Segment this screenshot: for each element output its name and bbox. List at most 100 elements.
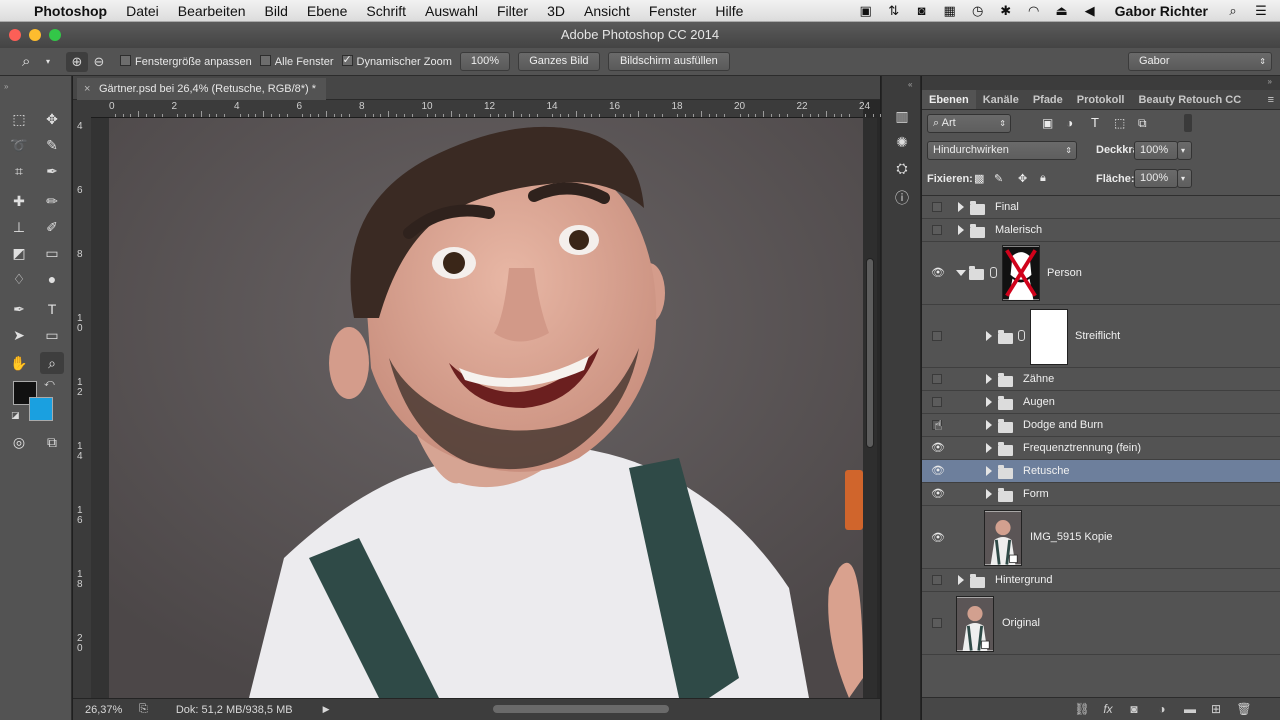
- tab-ebenen[interactable]: Ebenen: [922, 90, 976, 109]
- document-tab[interactable]: × Gärtner.psd bei 26,4% (Retusche, RGB/8…: [77, 78, 327, 100]
- history-brush-tool-icon[interactable]: ✐: [40, 216, 64, 238]
- expand-arrow-icon[interactable]: [986, 466, 992, 476]
- tab-kanaele[interactable]: Kanäle: [976, 90, 1026, 109]
- filter-kind-select[interactable]: ⌕ Art ⇕: [927, 114, 1011, 133]
- new-layer-icon[interactable]: ⊞: [1208, 702, 1224, 716]
- eye-icon[interactable]: 👁︎: [931, 464, 945, 477]
- lock-all-icon[interactable]: 🔒︎: [1040, 172, 1046, 185]
- menu-ebene[interactable]: Ebene: [307, 3, 347, 19]
- zoom-100-button[interactable]: 100%: [459, 52, 510, 71]
- adjustment-layer-icon[interactable]: ◑: [1154, 702, 1170, 716]
- fill-dropdown-icon[interactable]: ▾: [1177, 169, 1192, 188]
- expand-arrow-icon[interactable]: [986, 374, 992, 384]
- menu-app-name[interactable]: Photoshop: [34, 3, 107, 19]
- calendar-icon[interactable]: ▦: [941, 3, 959, 18]
- zoom-in-icon[interactable]: ⊕: [66, 51, 88, 72]
- menu-hilfe[interactable]: Hilfe: [715, 3, 743, 19]
- lock-position-icon[interactable]: ✥: [1018, 172, 1027, 185]
- marquee-tool-icon[interactable]: ⬚: [7, 108, 31, 130]
- lasso-tool-icon[interactable]: ➰: [7, 134, 31, 156]
- spotlight-search-icon[interactable]: ⌕: [1224, 3, 1242, 18]
- time-machine-icon[interactable]: ◷: [969, 3, 987, 18]
- move-tool-icon[interactable]: ✥: [40, 108, 64, 130]
- layer-row-augen[interactable]: Augen: [922, 391, 1280, 414]
- expand-arrow-icon[interactable]: [986, 331, 992, 341]
- collapse-panel-icon[interactable]: »: [1268, 77, 1272, 86]
- minimize-window-button[interactable]: [29, 29, 41, 41]
- quick-selection-tool-icon[interactable]: ✎: [40, 134, 64, 156]
- horizontal-scroll-thumb[interactable]: [493, 705, 669, 713]
- layer-row-dodge-and-burn[interactable]: ☝︎ Dodge and Burn: [922, 414, 1280, 437]
- swap-colors-icon[interactable]: ⤺: [44, 378, 55, 389]
- ruler-origin[interactable]: [73, 100, 91, 118]
- camera-icon[interactable]: ◙: [913, 3, 931, 18]
- vertical-scroll-thumb[interactable]: [866, 258, 874, 448]
- status-zoom-value[interactable]: 26,37%: [85, 704, 133, 716]
- menu-schrift[interactable]: Schrift: [366, 3, 406, 19]
- expand-arrow-icon[interactable]: [986, 443, 992, 453]
- filter-pixel-icon[interactable]: ▣: [1042, 116, 1053, 130]
- layer-row-retusche[interactable]: 👁︎ Retusche: [922, 460, 1280, 483]
- tab-protokoll[interactable]: Protokoll: [1070, 90, 1132, 109]
- zoom-tool-icon[interactable]: ⌕: [40, 352, 64, 374]
- layer-mask-thumbnail[interactable]: [1030, 309, 1068, 365]
- status-menu-arrow-icon[interactable]: ▶: [323, 704, 330, 715]
- collapse-dock-icon[interactable]: «: [908, 80, 912, 89]
- eye-icon[interactable]: 👁︎: [931, 441, 945, 454]
- path-selection-tool-icon[interactable]: ➤: [7, 324, 31, 346]
- vertical-scrollbar[interactable]: [863, 118, 877, 698]
- layer-mask-thumbnail[interactable]: [1002, 245, 1040, 301]
- layer-row-malerisch[interactable]: Malerisch: [922, 219, 1280, 242]
- eraser-tool-icon[interactable]: ◩: [7, 242, 31, 264]
- visibility-toggle[interactable]: [932, 225, 942, 235]
- expand-arrow-icon[interactable]: [986, 489, 992, 499]
- layer-row-person[interactable]: 👁︎ Person: [922, 242, 1280, 305]
- dynamic-zoom-checkbox[interactable]: [341, 53, 353, 66]
- menu-bearbeiten[interactable]: Bearbeiten: [178, 3, 246, 19]
- font-extension-icon[interactable]: ⇅: [885, 3, 903, 18]
- brush-tool-icon[interactable]: ✏: [40, 190, 64, 212]
- filter-type-icon[interactable]: T: [1091, 115, 1099, 130]
- expand-arrow-icon[interactable]: [958, 202, 964, 212]
- collapse-arrow-icon[interactable]: [956, 270, 966, 276]
- preset-dropdown-icon[interactable]: ▾: [46, 57, 62, 66]
- navigator-icon[interactable]: ✺: [891, 134, 913, 154]
- rectangle-tool-icon[interactable]: ▭: [40, 324, 64, 346]
- user-name[interactable]: Gabor Richter: [1115, 3, 1208, 19]
- eye-icon[interactable]: 👁︎: [931, 266, 945, 279]
- share-icon[interactable]: ⎘: [139, 703, 148, 716]
- bluetooth-icon[interactable]: ✱: [997, 3, 1015, 18]
- close-window-button[interactable]: [9, 29, 21, 41]
- crop-tool-icon[interactable]: ⌗: [7, 160, 31, 182]
- zoom-tool-preset-icon[interactable]: ⌕: [22, 53, 46, 70]
- expand-arrow-icon[interactable]: [986, 420, 992, 430]
- vertical-ruler[interactable]: 4681 01 21 41 61 82 02 2: [73, 118, 91, 718]
- mask-link-icon[interactable]: [1018, 330, 1025, 341]
- collapse-tools-icon[interactable]: »: [4, 82, 8, 91]
- info-icon[interactable]: ⓘ: [891, 188, 913, 208]
- tab-beauty-retouch[interactable]: Beauty Retouch CC: [1131, 90, 1248, 109]
- opacity-input[interactable]: 100%: [1134, 141, 1178, 160]
- new-group-icon[interactable]: ▬: [1182, 702, 1198, 716]
- close-document-icon[interactable]: ×: [84, 78, 90, 100]
- histogram-icon[interactable]: ▥: [891, 108, 913, 128]
- filter-smart-object-icon[interactable]: ⧉: [1138, 116, 1147, 131]
- image-canvas[interactable]: [109, 118, 863, 698]
- visibility-toggle[interactable]: [932, 374, 942, 384]
- tab-pfade[interactable]: Pfade: [1026, 90, 1070, 109]
- zoom-window-button[interactable]: [49, 29, 61, 41]
- mask-link-icon[interactable]: [990, 267, 997, 278]
- visibility-toggle[interactable]: [932, 618, 942, 628]
- menu-datei[interactable]: Datei: [126, 3, 159, 19]
- layer-thumbnail[interactable]: [956, 596, 994, 652]
- expand-arrow-icon[interactable]: [986, 397, 992, 407]
- layer-thumbnail[interactable]: [984, 510, 1022, 566]
- dodge-tool-icon[interactable]: ●: [40, 268, 64, 290]
- layer-row-img-5915-kopie[interactable]: 👁︎ IMG_5915 Kopie: [922, 506, 1280, 569]
- filter-toggle[interactable]: [1184, 114, 1192, 132]
- filter-adjustment-icon[interactable]: ◑: [1066, 116, 1073, 130]
- clone-stamp-tool-icon[interactable]: ⊥: [7, 216, 31, 238]
- screen-mode-icon[interactable]: ⧉: [40, 431, 64, 453]
- layer-row-form[interactable]: 👁︎ Form: [922, 483, 1280, 506]
- eyedropper-tool-icon[interactable]: ✒: [40, 160, 64, 182]
